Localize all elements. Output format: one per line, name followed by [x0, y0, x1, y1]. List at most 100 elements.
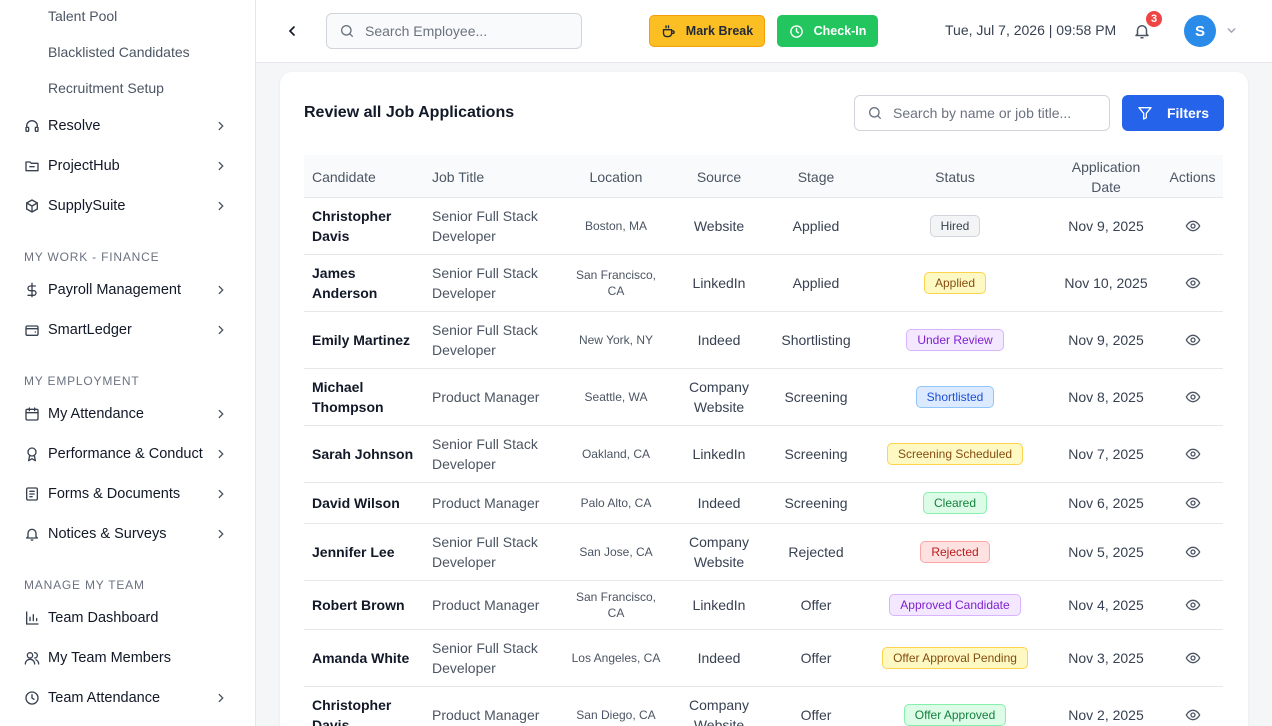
eye-icon[interactable]: [1185, 389, 1201, 405]
application-search[interactable]: [854, 95, 1110, 131]
sidebar-item-projecthub[interactable]: ProjectHub: [24, 154, 232, 178]
chevron-right-icon: [218, 201, 224, 211]
table-row[interactable]: Sarah Johnson Senior Full Stack Developer…: [304, 426, 1223, 483]
column-header-source[interactable]: Source: [669, 155, 769, 198]
application-date: Nov 8, 2025: [1068, 389, 1144, 405]
application-date: Nov 9, 2025: [1068, 332, 1144, 348]
notification-count-badge: 3: [1144, 9, 1164, 29]
candidate-name: Robert Brown: [312, 597, 405, 613]
sidebar-item-label: ProjectHub: [48, 158, 120, 174]
table-row[interactable]: Robert Brown Product Manager San Francisco…: [304, 581, 1223, 630]
sidebar: Talent Pool Blacklisted Candidates Recru…: [0, 0, 256, 726]
source: Indeed: [697, 650, 741, 666]
column-header-candidate[interactable]: Candidate: [312, 155, 424, 198]
user-avatar[interactable]: S: [1184, 15, 1216, 47]
actions-cell: [1164, 687, 1221, 726]
box-icon: [24, 198, 40, 214]
table-row[interactable]: Christopher Davis Product Manager San Dieg…: [304, 687, 1223, 726]
job-title: Senior Full Stack Developer: [432, 436, 538, 472]
mark-break-button[interactable]: Mark Break: [649, 15, 765, 47]
location: San Jose, CA: [579, 545, 653, 559]
eye-icon[interactable]: [1185, 332, 1201, 348]
sidebar-item-label: Forms & Documents: [48, 486, 181, 502]
job-title: Product Manager: [432, 597, 540, 613]
sidebar-item-team-attendance[interactable]: Team Attendance: [24, 686, 232, 710]
status-badge: Under Review: [906, 329, 1004, 351]
sidebar-item-label: My Team Members: [48, 650, 172, 666]
eye-icon[interactable]: [1185, 275, 1201, 291]
location: San Francisco, CA: [575, 590, 657, 620]
table-row[interactable]: David Wilson Product Manager Palo Alto, CA…: [304, 483, 1223, 524]
employee-search[interactable]: [326, 13, 582, 49]
actions-cell: [1164, 312, 1221, 368]
sidebar-item-talent-pool[interactable]: Talent Pool: [48, 6, 117, 26]
sidebar-item-smartledger[interactable]: SmartLedger: [24, 318, 232, 342]
sidebar-item-blacklisted-candidates[interactable]: Blacklisted Candidates: [48, 42, 190, 62]
column-header-stage[interactable]: Stage: [766, 155, 866, 198]
application-date: Nov 4, 2025: [1068, 597, 1144, 613]
eye-icon[interactable]: [1185, 218, 1201, 234]
location: Boston, MA: [584, 219, 648, 233]
sidebar-item-payroll-management[interactable]: Payroll Management: [24, 278, 232, 302]
table-header: Candidate Job Title Location Source Stag…: [304, 155, 1223, 198]
column-header-location[interactable]: Location: [566, 155, 666, 198]
check-in-button[interactable]: Check-In: [777, 15, 878, 47]
status-cell: Approved Candidate: [864, 581, 1046, 629]
candidate-name: Jennifer Lee: [312, 544, 395, 560]
actions-cell: [1164, 426, 1221, 482]
document-icon: [24, 486, 40, 502]
sidebar-item-resolve[interactable]: Resolve: [24, 114, 232, 138]
location: San Francisco, CA: [575, 268, 657, 298]
sidebar-item-my-team-members[interactable]: My Team Members: [24, 646, 232, 670]
eye-icon[interactable]: [1185, 446, 1201, 462]
eye-icon[interactable]: [1185, 495, 1201, 511]
table-row[interactable]: Emily Martinez Senior Full Stack Develope…: [304, 312, 1223, 369]
source: Website: [693, 218, 745, 234]
table-row[interactable]: Michael Thompson Product Manager Seattle, …: [304, 369, 1223, 426]
sidebar-item-team-dashboard[interactable]: Team Dashboard: [24, 606, 232, 630]
candidate-name: Amanda White: [312, 650, 410, 666]
filters-button[interactable]: Filters: [1122, 95, 1224, 131]
job-title: Product Manager: [432, 389, 540, 405]
sidebar-item-performance-conduct[interactable]: Performance & Conduct: [24, 442, 232, 466]
application-search-input[interactable]: [893, 105, 1098, 121]
table-row[interactable]: Jennifer Lee Senior Full Stack Developer S…: [304, 524, 1223, 581]
eye-icon[interactable]: [1185, 597, 1201, 613]
status-cell: Hired: [864, 198, 1046, 254]
sidebar-item-my-attendance[interactable]: My Attendance: [24, 402, 232, 426]
eye-icon[interactable]: [1185, 544, 1201, 560]
eye-icon[interactable]: [1185, 650, 1201, 666]
source: Indeed: [697, 332, 741, 348]
candidate-name: David Wilson: [312, 495, 400, 511]
job-title: Product Manager: [432, 707, 540, 723]
dollar-icon: [24, 282, 40, 298]
sidebar-item-forms-documents[interactable]: Forms & Documents: [24, 482, 232, 506]
column-header-status[interactable]: Status: [864, 155, 1046, 198]
location: Oakland, CA: [581, 447, 651, 461]
eye-icon[interactable]: [1185, 707, 1201, 723]
column-header-job-title[interactable]: Job Title: [432, 155, 564, 198]
chevron-down-icon[interactable]: [1225, 24, 1238, 37]
sidebar-item-supplysuite[interactable]: SupplySuite: [24, 194, 232, 218]
sidebar-item-label: SupplySuite: [48, 198, 126, 214]
section-label-team: MANAGE MY TEAM: [24, 578, 145, 592]
location: Palo Alto, CA: [580, 496, 652, 510]
employee-search-input[interactable]: [365, 23, 565, 39]
status-badge: Screening Scheduled: [886, 443, 1024, 465]
column-header-application-date[interactable]: Application Date: [1046, 155, 1166, 198]
calendar-icon: [24, 406, 40, 422]
sidebar-item-recruitment-setup[interactable]: Recruitment Setup: [48, 78, 164, 98]
headset-icon: [24, 118, 40, 134]
check-in-label: Check-In: [813, 24, 867, 38]
candidate-name: Emily Martinez: [312, 332, 411, 348]
actions-cell: [1164, 630, 1221, 686]
table-row[interactable]: Christopher Davis Senior Full Stack Devel…: [304, 198, 1223, 255]
bell-icon: [24, 526, 40, 542]
chevron-right-icon: [218, 529, 224, 539]
chevron-left-icon[interactable]: [284, 22, 300, 40]
table-row[interactable]: Amanda White Senior Full Stack Developer L…: [304, 630, 1223, 687]
sidebar-item-notices-surveys[interactable]: Notices & Surveys: [24, 522, 232, 546]
table-row[interactable]: James Anderson Senior Full Stack Develope…: [304, 255, 1223, 312]
stage: Screening: [784, 495, 848, 511]
status-cell: Applied: [864, 255, 1046, 311]
